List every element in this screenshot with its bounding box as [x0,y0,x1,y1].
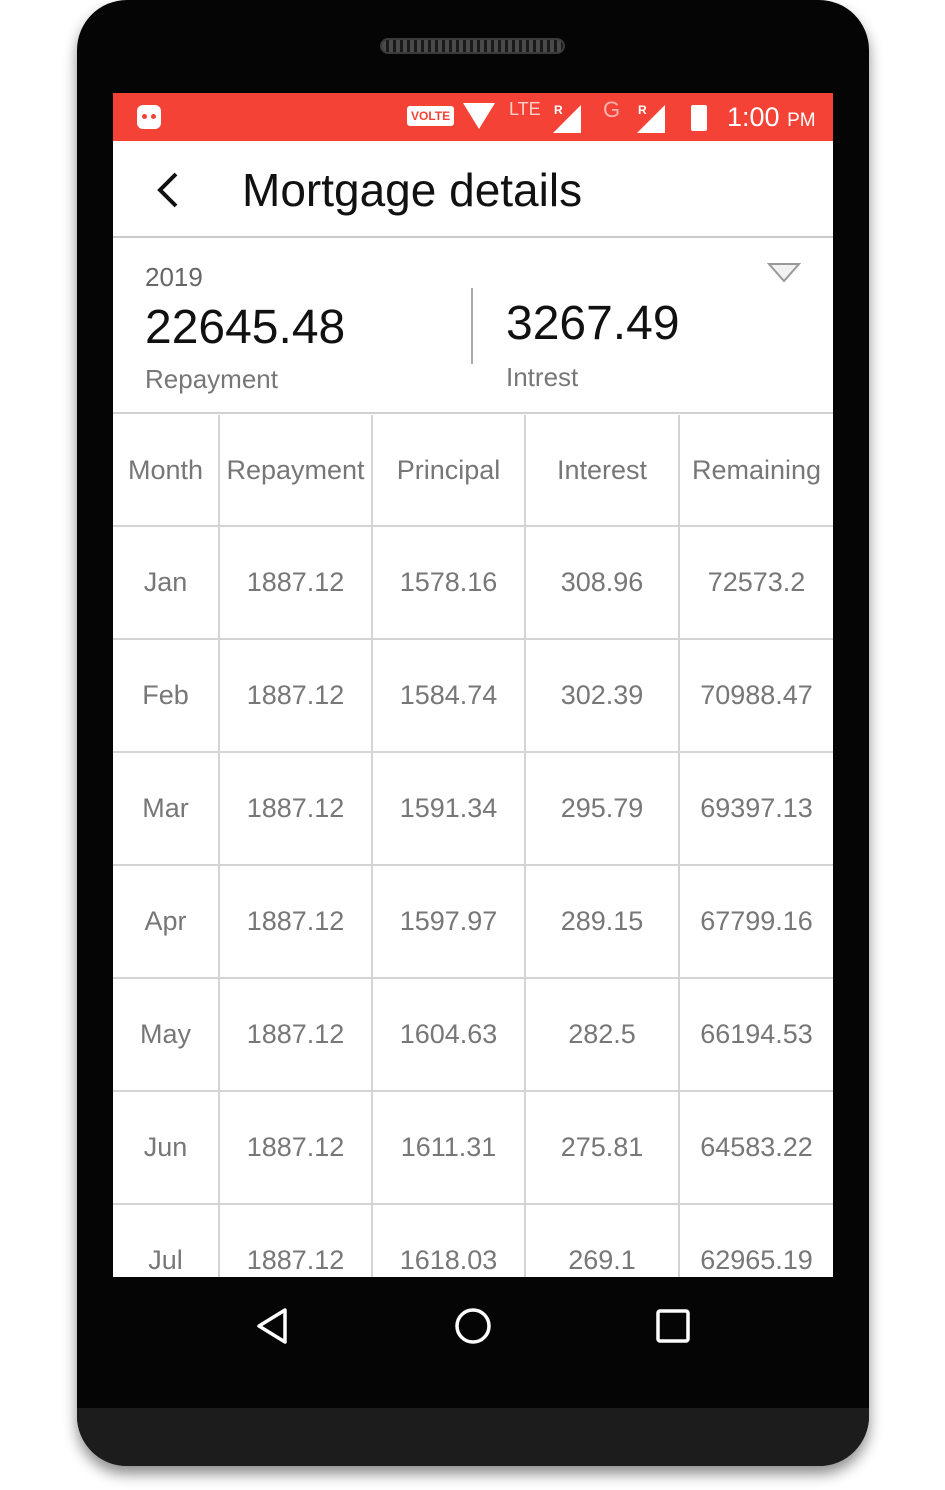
nav-back-button[interactable] [248,1301,298,1351]
interest-cell: 275.81 [526,1092,680,1203]
principal-cell: 1618.03 [373,1205,526,1277]
battery-charging-icon [691,105,707,131]
table-row: May 1887.12 1604.63 282.5 66194.53 [113,979,833,1092]
interest-cell: 289.15 [526,866,680,977]
total-repayment-value: 22645.48 [145,301,346,354]
signal-icon-2 [637,105,665,133]
triangle-back-icon [257,1308,287,1344]
remaining-cell: 69397.13 [700,793,813,823]
table-row: Jun 1887.12 1611.31 275.81 64583.22 [113,1092,833,1205]
repayment-cell: 1887.12 [220,527,373,638]
repayment-cell: 1887.12 [220,753,373,864]
table-row: Mar 1887.12 1591.34 295.79 69397.13 [113,753,833,866]
clock-time: 1:00 [727,102,780,132]
wifi-icon [463,103,495,129]
phone-speaker [380,38,565,54]
app-screen: VOLTE LTE R G R 1:00 PM Mortgage details… [113,93,833,1277]
remaining-cell: 64583.22 [700,1132,813,1162]
table-row: Jul 1887.12 1618.03 269.1 62965.19 [113,1205,833,1277]
header-repayment: Repayment [220,415,373,525]
remaining-cell: 72573.2 [707,567,806,597]
circle-home-icon [455,1308,491,1344]
lte-label: LTE [509,99,541,119]
header-principal: Principal [373,415,526,525]
repayment-cell: 1887.12 [220,979,373,1090]
principal-cell: 1597.97 [373,866,526,977]
table-row: Jan 1887.12 1578.16 308.96 72573.2 [113,527,833,640]
summary-divider [471,288,473,364]
nav-home-button[interactable] [448,1301,498,1351]
month-cell: Jul [113,1205,220,1277]
repayment-cell: 1887.12 [220,640,373,751]
nav-recents-button[interactable] [648,1301,698,1351]
remaining-cell: 67799.16 [700,906,813,936]
month-cell: Jun [113,1092,220,1203]
principal-cell: 1578.16 [373,527,526,638]
month-cell: Jan [113,527,220,638]
signal-icon-1 [553,105,581,133]
principal-cell: 1584.74 [373,640,526,751]
principal-cell: 1604.63 [373,979,526,1090]
monthly-schedule-table[interactable]: Month Repayment Principal Interest Remai… [113,415,833,1277]
total-interest-value: 3267.49 [506,297,680,350]
header-month: Month [113,415,220,525]
chevron-down-icon[interactable] [766,262,802,289]
app-toolbar: Mortgage details [113,141,833,238]
month-cell: Apr [113,866,220,977]
clock-ampm: PM [787,110,816,131]
month-cell: Mar [113,753,220,864]
table-row: Apr 1887.12 1597.97 289.15 67799.16 [113,866,833,979]
year-summary: 2019 22645.48 Repayment 3267.49 Intrest [113,238,833,414]
remaining-cell: 70988.47 [700,680,813,710]
table-row: Feb 1887.12 1584.74 302.39 70988.47 [113,640,833,753]
remaining-cell: 62965.19 [700,1245,813,1275]
interest-cell: 282.5 [526,979,680,1090]
status-clock: 1:00 PM [727,102,816,133]
square-recents-icon [656,1309,690,1343]
volte-badge: VOLTE [407,106,455,126]
back-button[interactable] [143,165,193,215]
repayment-cell: 1887.12 [220,1205,373,1277]
header-remaining: Remaining [691,454,822,485]
interest-cell: 295.79 [526,753,680,864]
month-cell: Feb [113,640,220,751]
month-cell: May [113,979,220,1090]
header-interest: Interest [526,415,680,525]
remaining-cell: 66194.53 [700,1019,813,1049]
back-arrow-icon [157,172,178,208]
android-debug-icon [137,105,161,129]
interest-cell: 269.1 [526,1205,680,1277]
total-interest-label: Intrest [506,362,579,392]
repayment-cell: 1887.12 [220,1092,373,1203]
total-repayment-label: Repayment [145,364,278,394]
g-network-label: G [603,97,621,122]
interest-cell: 302.39 [526,640,680,751]
table-header-row: Month Repayment Principal Interest Remai… [113,415,833,527]
interest-cell: 308.96 [526,527,680,638]
principal-cell: 1611.31 [373,1092,526,1203]
repayment-cell: 1887.12 [220,866,373,977]
system-nav-bar [113,1277,833,1375]
principal-cell: 1591.34 [373,753,526,864]
page-title: Mortgage details [242,164,583,216]
year-selector-value[interactable]: 2019 [145,262,203,293]
phone-chin [77,1408,869,1466]
status-bar: VOLTE LTE R G R 1:00 PM [113,93,833,141]
